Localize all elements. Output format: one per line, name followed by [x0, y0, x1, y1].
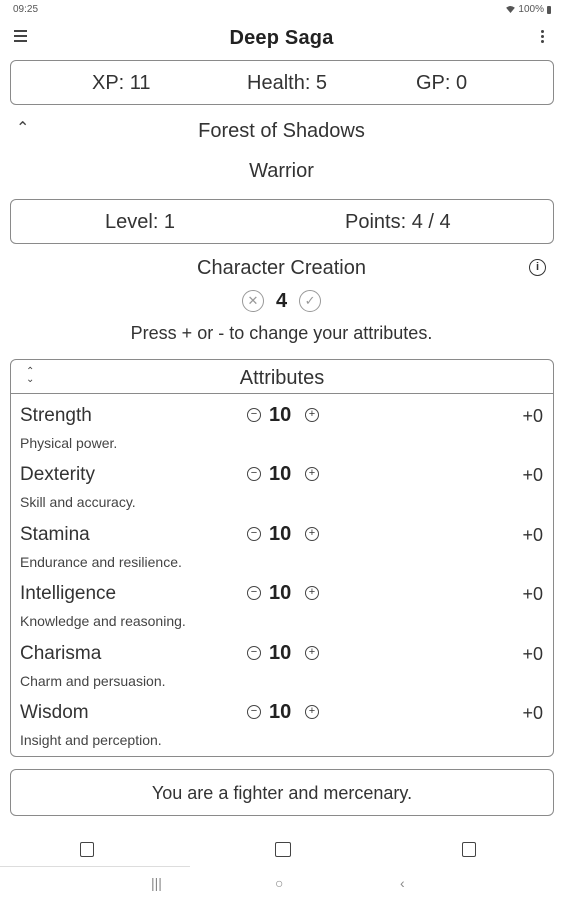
decrease-icon[interactable]: − [247, 586, 261, 600]
attribute-name: Strength [20, 405, 92, 426]
attribute-modifier: +0 [522, 703, 543, 723]
more-vert-icon[interactable] [539, 30, 545, 46]
decrease-icon[interactable]: − [247, 705, 261, 719]
attribute-name: Stamina [20, 524, 90, 545]
points-value: Points: 4 / 4 [345, 211, 451, 233]
status-bar: 09:25 100% [0, 0, 563, 20]
character-creation-title: Character Creation [197, 257, 366, 279]
attribute-modifier: +0 [522, 644, 543, 664]
level-value: Level: 1 [105, 211, 176, 233]
creation-count: 4 [275, 289, 288, 312]
nav-divider [0, 866, 190, 867]
xp-stat: XP: 11 [92, 72, 151, 94]
attribute-description: Insight and perception. [20, 732, 162, 748]
attribute-description: Physical power. [20, 435, 118, 451]
decrease-icon[interactable]: − [247, 408, 261, 422]
attribute-row-dexterity: Dexterity Skill and accuracy. − 10 + +0 [11, 463, 553, 522]
attribute-modifier: +0 [522, 406, 543, 426]
attributes-header: ⌃ ⌄ Attributes [11, 360, 553, 394]
info-icon[interactable]: i [529, 259, 546, 276]
class-description: You are a fighter and mercenary. [151, 783, 413, 803]
map-book-icon[interactable] [275, 842, 291, 857]
attribute-description: Skill and accuracy. [20, 494, 136, 510]
increase-icon[interactable]: + [305, 586, 319, 600]
attribute-name: Charisma [20, 643, 102, 664]
decrease-icon[interactable]: − [247, 467, 261, 481]
attribute-description: Charm and persuasion. [20, 673, 166, 689]
check-circle-icon[interactable]: ✓ [299, 290, 322, 312]
bottom-navigation [0, 838, 563, 866]
attribute-hint: Press + or - to change your attributes. [130, 323, 433, 343]
character-class: Warrior [249, 160, 314, 182]
decrease-icon[interactable]: − [247, 646, 261, 660]
attribute-modifier: +0 [522, 465, 543, 485]
attributes-title: Attributes [239, 367, 325, 389]
recent-apps-icon[interactable]: ||| [151, 875, 162, 891]
attribute-value: 10 [269, 463, 292, 485]
attribute-modifier: +0 [522, 584, 543, 604]
home-icon[interactable]: ○ [275, 875, 283, 891]
wifi-icon [506, 6, 516, 13]
back-icon[interactable]: ‹ [400, 875, 405, 891]
journal-icon[interactable] [462, 842, 476, 857]
increase-icon[interactable]: + [305, 705, 319, 719]
attribute-value: 10 [269, 523, 292, 545]
status-time: 09:25 [13, 4, 39, 15]
stats-panel: XP: 11 Health: 5 GP: 0 [10, 60, 554, 105]
attribute-modifier: +0 [522, 525, 543, 545]
app-title: Deep Saga [229, 27, 334, 49]
creation-controls: ✕ 4 ✓ [0, 289, 563, 313]
attribute-name: Dexterity [20, 464, 95, 485]
decrease-icon[interactable]: − [247, 527, 261, 541]
gp-stat: GP: 0 [416, 72, 468, 94]
increase-icon[interactable]: + [305, 646, 319, 660]
cancel-circle-icon[interactable]: ✕ [241, 290, 264, 312]
attribute-row-wisdom: Wisdom Insight and perception. − 10 + +0 [11, 701, 553, 760]
character-icon[interactable] [80, 842, 94, 857]
battery-level: 100% [518, 4, 544, 15]
battery-icon [547, 5, 551, 14]
attribute-description: Endurance and resilience. [20, 554, 182, 570]
class-description-panel: You are a fighter and mercenary. [10, 769, 554, 816]
app-bar: Deep Saga [0, 22, 563, 56]
attribute-value: 10 [269, 582, 292, 604]
location-title: Forest of Shadows [198, 120, 365, 142]
attribute-value: 10 [269, 404, 292, 426]
attribute-name: Wisdom [20, 702, 89, 723]
attribute-row-charisma: Charisma Charm and persuasion. − 10 + +0 [11, 642, 553, 701]
attribute-description: Knowledge and reasoning. [20, 613, 186, 629]
attribute-row-intelligence: Intelligence Knowledge and reasoning. − … [11, 582, 553, 641]
status-indicators: 100% [506, 4, 551, 15]
attribute-row-strength: Strength Physical power. − 10 + +0 [11, 404, 553, 463]
attribute-row-stamina: Stamina Endurance and resilience. − 10 +… [11, 523, 553, 582]
attribute-value: 10 [269, 701, 292, 723]
attribute-value: 10 [269, 642, 292, 664]
health-stat: Health: 5 [247, 72, 328, 94]
increase-icon[interactable]: + [305, 408, 319, 422]
level-panel: Level: 1 Points: 4 / 4 [10, 199, 554, 244]
increase-icon[interactable]: + [305, 527, 319, 541]
attribute-name: Intelligence [20, 583, 117, 604]
increase-icon[interactable]: + [305, 467, 319, 481]
attributes-panel: ⌃ ⌄ Attributes Strength Physical power. −… [10, 359, 554, 757]
system-navigation: ||| ○ ‹ [0, 870, 563, 900]
